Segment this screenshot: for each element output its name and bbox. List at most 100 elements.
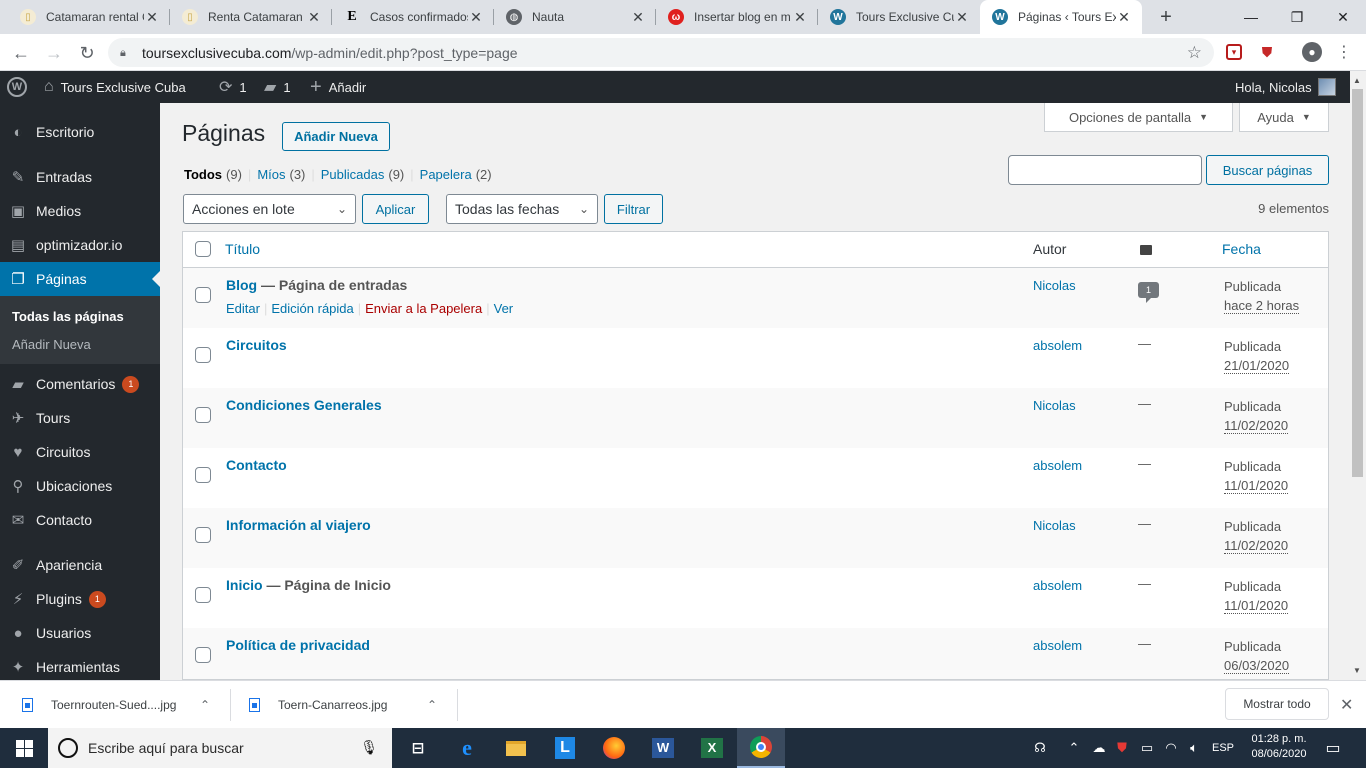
row-checkbox[interactable] (195, 467, 211, 483)
updates-link[interactable]: ⟳ 1 (219, 71, 247, 103)
row-checkbox[interactable] (195, 407, 211, 423)
close-icon[interactable]: ✕ (792, 9, 808, 25)
close-icon[interactable]: ✕ (1340, 695, 1353, 715)
minimize-icon[interactable]: — (1228, 0, 1274, 34)
people-icon[interactable]: ☊ (1028, 728, 1052, 768)
column-date[interactable]: Fecha (1222, 241, 1261, 257)
close-icon[interactable]: ✕ (468, 9, 484, 25)
author-link[interactable]: Nicolas (1033, 518, 1076, 533)
page-title-link[interactable]: Contacto (226, 457, 287, 473)
row-checkbox[interactable] (195, 587, 211, 603)
author-link[interactable]: Nicolas (1033, 278, 1076, 293)
close-icon[interactable]: ✕ (954, 9, 970, 25)
volume-icon[interactable]: 🔈︎ (1183, 728, 1205, 768)
submenu-all-pages[interactable]: Todas las páginas (12, 309, 124, 324)
search-pages-input[interactable] (1008, 155, 1202, 185)
cloud-icon[interactable]: ☁ (1089, 728, 1109, 768)
help-button[interactable]: Ayuda ▼ (1239, 103, 1329, 132)
row-checkbox[interactable] (195, 527, 211, 543)
edit-link[interactable]: Editar (226, 301, 260, 316)
site-name-link[interactable]: ⌂ Tours Exclusive Cuba (44, 71, 186, 103)
edge-icon[interactable]: e (443, 728, 491, 768)
chevron-up-icon[interactable]: ⌃ (200, 698, 210, 712)
close-icon[interactable]: ✕ (1116, 9, 1132, 25)
scrollbar-thumb[interactable] (1352, 89, 1363, 477)
browser-tab[interactable]: ▯ Renta Catamaran e ✕ (170, 0, 332, 34)
start-button[interactable] (0, 728, 48, 768)
show-all-downloads-button[interactable]: Mostrar todo (1225, 688, 1329, 720)
filter-mine[interactable]: Míos (257, 167, 285, 182)
submenu-add-new[interactable]: Añadir Nueva (12, 337, 91, 352)
comments-column-icon[interactable] (1140, 242, 1152, 258)
sidebar-item-medios[interactable]: ▣ Medios (0, 194, 160, 228)
back-icon[interactable]: ← (8, 40, 34, 66)
scroll-down-icon[interactable]: ▼ (1353, 666, 1361, 675)
wordpress-logo-icon[interactable]: W (7, 71, 27, 103)
view-link[interactable]: Ver (494, 301, 514, 316)
sidebar-item-tours[interactable]: ✈ Tours (0, 401, 160, 435)
page-title-link[interactable]: Inicio — Página de Inicio (226, 577, 391, 593)
close-window-icon[interactable]: ✕ (1320, 0, 1366, 34)
reload-icon[interactable]: ↻ (74, 40, 100, 66)
pocket-icon[interactable]: ▾ (1226, 44, 1242, 60)
taskbar-search[interactable]: Escribe aquí para buscar 🎙︎ (48, 728, 392, 768)
page-title-link[interactable]: Condiciones Generales (226, 397, 382, 413)
filter-published[interactable]: Publicadas (321, 167, 385, 182)
row-checkbox[interactable] (195, 347, 211, 363)
browser-tab[interactable]: W Tours Exclusive Cu ✕ (818, 0, 980, 34)
sidebar-item-ubicaciones[interactable]: ⚲ Ubicaciones (0, 469, 160, 503)
sidebar-item-escritorio[interactable]: ◐ Escritorio (0, 115, 160, 149)
page-title-link[interactable]: Información al viajero (226, 517, 371, 533)
shield-icon[interactable]: ⛊ (1257, 42, 1277, 62)
comments-link[interactable]: ▰ 1 (264, 71, 291, 103)
download-item[interactable]: Toern-Canarreos.jpg ⌃ (249, 689, 444, 721)
close-icon[interactable]: ✕ (630, 9, 646, 25)
browser-tab[interactable]: ω Insertar blog en m ✕ (656, 0, 818, 34)
filter-trash[interactable]: Papelera (420, 167, 472, 182)
notifications-icon[interactable]: ▭ (1320, 728, 1346, 768)
add-new-link[interactable]: + Añadir (310, 71, 366, 103)
select-all-checkbox[interactable] (195, 241, 211, 257)
word-icon[interactable]: W (639, 728, 687, 768)
language-indicator[interactable]: ESP (1208, 728, 1238, 768)
sidebar-item-comentarios[interactable]: ▰ Comentarios 1 (0, 367, 160, 401)
sidebar-item-paginas[interactable]: ❐ Páginas (0, 262, 160, 296)
page-scrollbar[interactable]: ▲ ▼ (1350, 71, 1366, 680)
sidebar-item-circuitos[interactable]: ♥ Circuitos (0, 435, 160, 469)
quick-edit-link[interactable]: Edición rápida (271, 301, 353, 316)
apply-button[interactable]: Aplicar (362, 194, 429, 224)
page-title-link[interactable]: Política de privacidad (226, 637, 370, 653)
l-app-icon[interactable]: L (541, 728, 589, 768)
comment-count-bubble[interactable]: 1 (1138, 276, 1160, 303)
trash-link[interactable]: Enviar a la Papelera (365, 301, 482, 316)
screen-options-button[interactable]: Opciones de pantalla ▼ (1044, 103, 1233, 132)
wifi-icon[interactable]: ◠ (1160, 728, 1182, 768)
chrome-icon[interactable] (737, 728, 785, 768)
firefox-icon[interactable] (590, 728, 638, 768)
close-icon[interactable]: ✕ (306, 9, 322, 25)
shield-icon[interactable]: ⛊ (1112, 728, 1132, 768)
profile-avatar-icon[interactable]: ● (1302, 42, 1322, 62)
system-clock[interactable]: 01:28 p. m. 08/06/2020 (1248, 732, 1310, 762)
author-link[interactable]: absolem (1033, 338, 1082, 353)
browser-tab[interactable]: ▯ Catamaran rental C ✕ (8, 0, 170, 34)
excel-icon[interactable]: X (688, 728, 736, 768)
author-link[interactable]: Nicolas (1033, 398, 1076, 413)
page-title-link[interactable]: Circuitos (226, 337, 287, 353)
browser-tab-active[interactable]: W Páginas ‹ Tours Exc ✕ (980, 0, 1142, 34)
battery-icon[interactable]: ▭ (1136, 728, 1158, 768)
author-link[interactable]: absolem (1033, 638, 1082, 653)
column-title[interactable]: Título (225, 241, 260, 257)
microphone-icon[interactable]: 🎙︎ (360, 739, 378, 756)
file-explorer-icon[interactable] (492, 728, 540, 768)
sidebar-item-entradas[interactable]: ✎ Entradas (0, 160, 160, 194)
filter-all[interactable]: Todos (184, 167, 222, 182)
sidebar-item-usuarios[interactable]: ● Usuarios (0, 616, 160, 650)
restore-icon[interactable]: ❐ (1274, 0, 1320, 34)
dates-filter-select[interactable]: Todas las fechas ⌄ (446, 194, 598, 224)
browser-tab[interactable]: E Casos confirmados ✕ (332, 0, 494, 34)
sidebar-item-optimizador[interactable]: ▤ optimizador.io (0, 228, 160, 262)
bookmark-star-icon[interactable]: ☆ (1187, 43, 1202, 63)
task-view-icon[interactable]: ⊟ (394, 728, 442, 768)
search-pages-button[interactable]: Buscar páginas (1206, 155, 1329, 185)
